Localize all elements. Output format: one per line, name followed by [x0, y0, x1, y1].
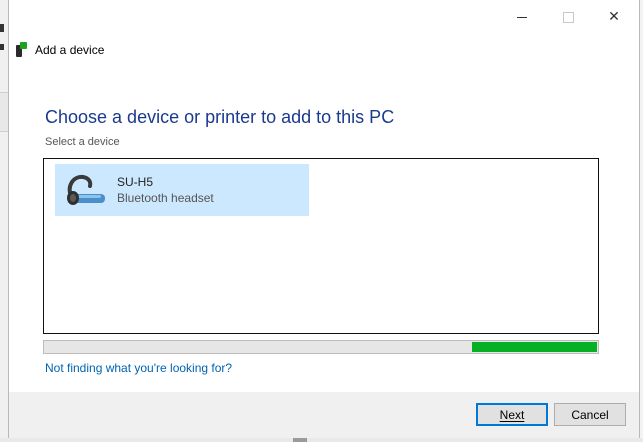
- cancel-button[interactable]: Cancel: [554, 403, 626, 426]
- background-scroll-nub: [293, 438, 307, 442]
- device-type: Bluetooth headset: [117, 191, 214, 205]
- close-button[interactable]: ✕: [591, 0, 637, 34]
- not-finding-device-link[interactable]: Not finding what you're looking for?: [45, 361, 232, 375]
- background-text-fragment: [0, 44, 4, 50]
- search-progress-bar: [43, 340, 599, 354]
- next-button[interactable]: Next: [476, 403, 548, 426]
- background-window-edge-bottom: [0, 438, 643, 442]
- close-icon: ✕: [608, 9, 620, 25]
- progress-fill: [471, 342, 597, 352]
- device-list[interactable]: SU-H5 Bluetooth headset: [43, 158, 599, 334]
- page-title: Choose a device or printer to add to thi…: [45, 107, 395, 127]
- device-item-su-h5[interactable]: SU-H5 Bluetooth headset: [55, 164, 309, 216]
- title-bar[interactable]: ✕: [9, 0, 639, 34]
- list-label: Select a device: [45, 136, 120, 148]
- maximize-icon: [562, 11, 574, 23]
- add-device-dialog: ✕ Add a device Choose a device or printe…: [8, 0, 640, 438]
- minimize-icon: [517, 16, 527, 18]
- dialog-title: Add a device: [35, 43, 105, 57]
- dialog-footer: Next Cancel: [9, 392, 639, 438]
- device-name: SU-H5: [117, 175, 154, 189]
- add-device-icon: [15, 42, 27, 58]
- minimize-button[interactable]: [499, 0, 545, 34]
- background-toolbar-strip: [0, 92, 8, 132]
- dialog-header: Add a device: [15, 41, 104, 59]
- maximize-button: [545, 0, 591, 34]
- bluetooth-headset-icon: [61, 170, 109, 210]
- next-button-label: Next: [499, 407, 525, 422]
- background-text-fragment: [0, 24, 4, 32]
